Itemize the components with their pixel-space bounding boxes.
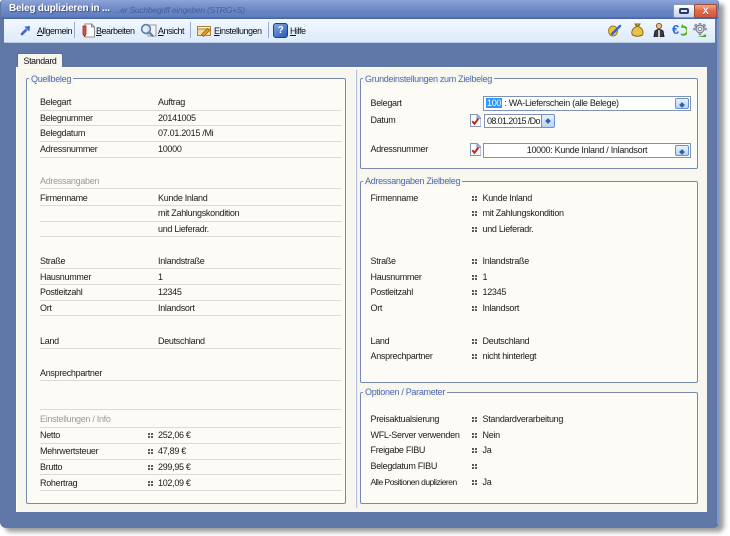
svg-text:€: €	[672, 23, 679, 37]
